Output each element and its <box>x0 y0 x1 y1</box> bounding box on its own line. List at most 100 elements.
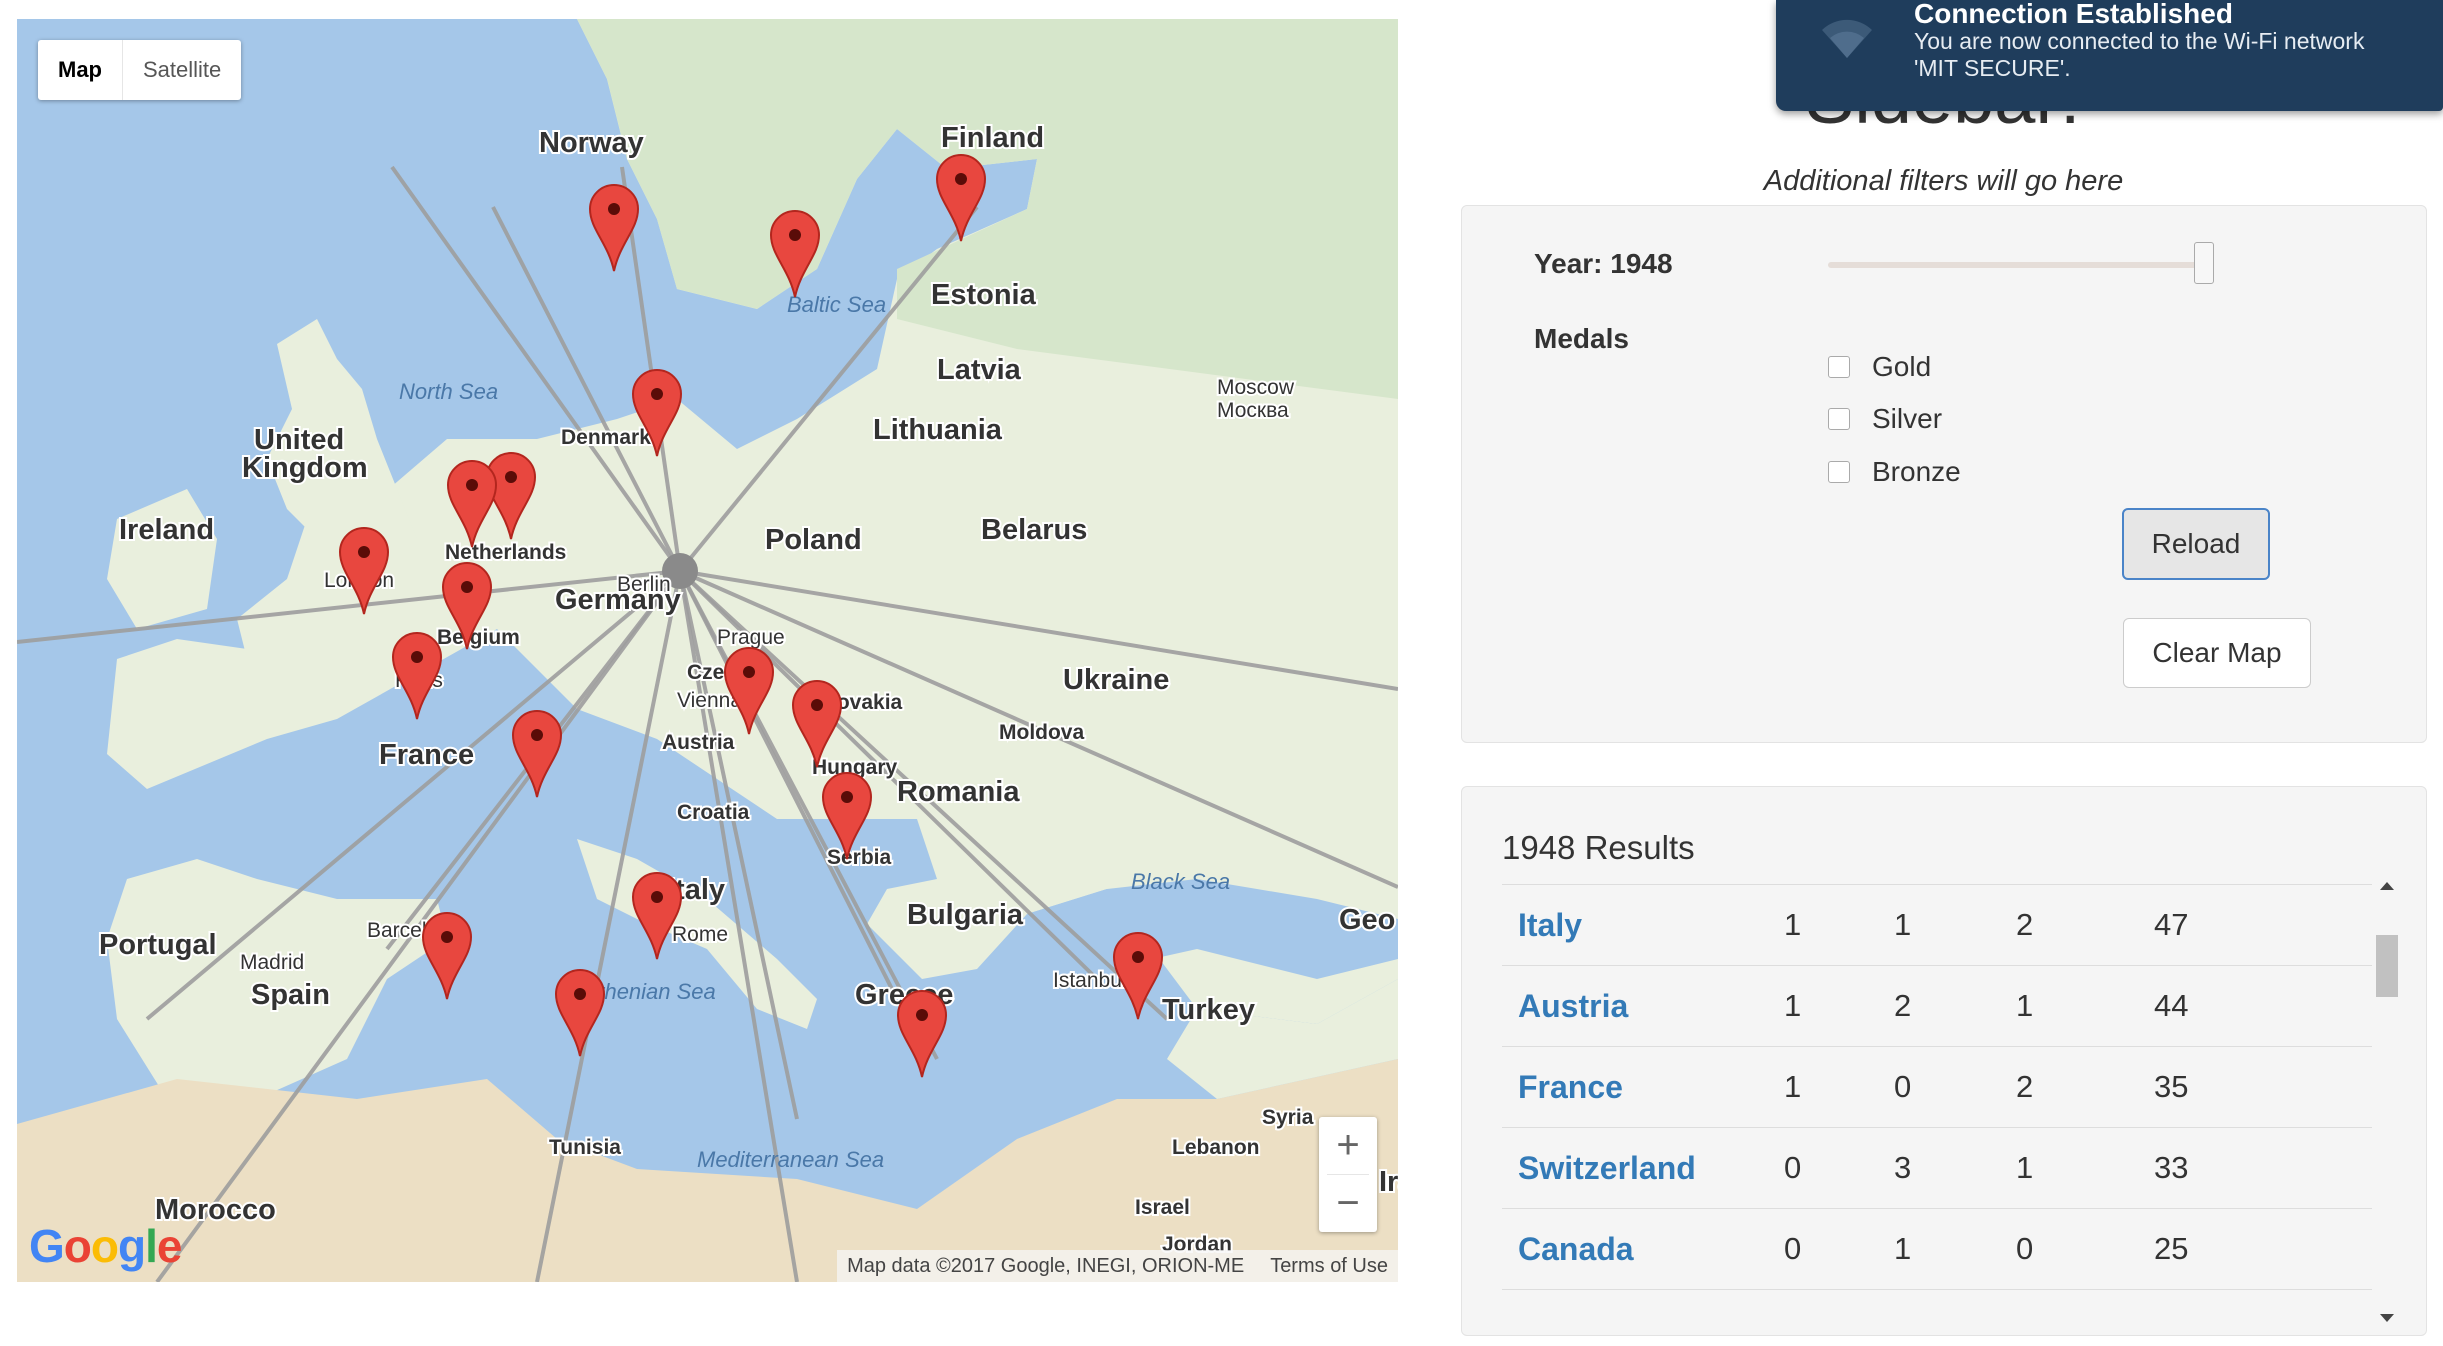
year-label: Year: 1948 <box>1534 248 1673 279</box>
silver-label[interactable]: Silver <box>1872 403 1942 435</box>
logo-letter: o <box>63 1220 92 1272</box>
silver-count: 2 <box>1894 988 1912 1023</box>
medals-label: Medals <box>1534 323 1629 354</box>
country-link[interactable]: Canada <box>1518 1209 1634 1289</box>
logo-letter: l <box>145 1220 158 1272</box>
google-logo[interactable]: Google <box>29 1219 183 1273</box>
country-link[interactable]: Austria <box>1518 966 1628 1046</box>
country-label: Croatia <box>677 801 750 824</box>
sidebar-subtitle: Additional filters will go here <box>1763 165 2124 197</box>
table-row: Italy 1 1 2 47 <box>1502 885 2372 966</box>
year-slider-handle[interactable] <box>2194 242 2214 284</box>
results-scrollbar[interactable] <box>2374 882 2400 1322</box>
table-row: Austria 1 2 1 44 <box>1502 966 2372 1047</box>
country-label: Turkey <box>1162 994 1255 1026</box>
country-label: Syria <box>1262 1106 1314 1129</box>
water-label: North Sea <box>399 379 498 404</box>
terms-of-use-link[interactable]: Terms of Use <box>1270 1250 1388 1282</box>
map-type-control[interactable]: Map Satellite <box>38 40 242 100</box>
city-label: Москва <box>1217 399 1289 422</box>
marker-dot <box>651 891 663 903</box>
zoom-in-button[interactable]: + <box>1319 1117 1377 1174</box>
marker-dot <box>811 699 823 711</box>
city-label: Berlin <box>617 573 671 596</box>
country-label: Belgium <box>437 626 520 649</box>
marker-dot <box>789 229 801 241</box>
city-label: Rome <box>672 923 728 946</box>
city-label: Prague <box>717 626 785 649</box>
year-slider-track[interactable] <box>1828 262 2210 268</box>
gold-count: 1 <box>1784 907 1802 942</box>
marker-dot <box>841 791 853 803</box>
bronze-label[interactable]: Bronze <box>1872 456 1961 488</box>
marker-dot <box>743 666 755 678</box>
total-score: 33 <box>2154 1150 2189 1185</box>
country-label: Moldova <box>999 721 1084 744</box>
country-label: Lithuania <box>873 414 1003 446</box>
country-link[interactable]: Italy <box>1518 885 1582 965</box>
country-link[interactable]: France <box>1518 1047 1623 1127</box>
silver-count: 1 <box>1894 907 1912 942</box>
country-label: Netherlands <box>445 541 566 564</box>
table-row: Switzerland 0 3 1 33 <box>1502 1128 2372 1209</box>
country-label: Finland <box>941 122 1044 154</box>
gold-label[interactable]: Gold <box>1872 351 1931 383</box>
gold-checkbox-row[interactable]: Gold <box>1828 347 1931 387</box>
table-row: Canada 0 1 0 25 <box>1502 1209 2372 1290</box>
table-row: France 1 0 2 35 <box>1502 1047 2372 1128</box>
total-score: 44 <box>2154 988 2189 1023</box>
bronze-checkbox[interactable] <box>1828 461 1850 483</box>
map-canvas[interactable]: Norway Finland Estonia Latvia Lithuania Denma… <box>17 19 1398 1282</box>
country-label: Israel <box>1135 1196 1190 1219</box>
scroll-down-arrow-icon[interactable] <box>2380 1314 2394 1322</box>
total-score: 47 <box>2154 907 2189 942</box>
country-label: France <box>379 739 474 771</box>
marker-dot <box>358 546 370 558</box>
country-label: Serbia <box>827 846 892 869</box>
zoom-out-button[interactable]: − <box>1319 1175 1377 1232</box>
country-label: Spain <box>251 979 330 1011</box>
marker-dot <box>466 479 478 491</box>
logo-letter: e <box>156 1220 183 1272</box>
country-label: Estonia <box>931 279 1037 311</box>
notification-body: You are now connected to the Wi-Fi netwo… <box>1914 28 2365 81</box>
marker-dot <box>608 203 620 215</box>
map-type-satellite-button[interactable]: Satellite <box>123 40 241 100</box>
results-table[interactable]: Italy 1 1 2 47 Austria 1 2 1 44 France 1… <box>1502 884 2372 1307</box>
gold-count: 0 <box>1784 1231 1802 1266</box>
marker-dot <box>461 581 473 593</box>
results-panel: 1948 Results Italy 1 1 2 47 Austria 1 2 … <box>1461 786 2427 1336</box>
country-label: Ira <box>1379 1166 1398 1198</box>
zoom-control[interactable]: + − <box>1319 1117 1377 1232</box>
city-label: Moscow <box>1217 376 1295 399</box>
country-label: Geo <box>1339 904 1395 936</box>
scroll-up-arrow-icon[interactable] <box>2380 882 2394 890</box>
country-label: Tunisia <box>549 1136 621 1159</box>
bronze-count: 2 <box>2016 907 2034 942</box>
bronze-checkbox-row[interactable]: Bronze <box>1828 452 1961 492</box>
country-label: Bulgaria <box>907 899 1024 931</box>
country-label: Kingdom <box>242 452 368 484</box>
silver-checkbox-row[interactable]: Silver <box>1828 399 1942 439</box>
reload-button[interactable]: Reload <box>2122 508 2270 580</box>
country-label: Norway <box>539 127 644 159</box>
country-label: Poland <box>765 524 862 556</box>
scroll-thumb[interactable] <box>2376 935 2398 997</box>
marker-dot <box>651 388 663 400</box>
marker-dot <box>955 173 967 185</box>
country-label: Lebanon <box>1172 1136 1260 1159</box>
marker-dot <box>441 931 453 943</box>
gold-checkbox[interactable] <box>1828 356 1850 378</box>
wifi-icon <box>1822 19 1872 58</box>
clear-map-button[interactable]: Clear Map <box>2123 618 2311 688</box>
marker-dot <box>574 988 586 1000</box>
attribution-text: Map data ©2017 Google, INEGI, ORION-ME <box>847 1255 1245 1277</box>
country-link[interactable]: Switzerland <box>1518 1128 1696 1208</box>
map-view[interactable]: Norway Finland Estonia Latvia Lithuania Denma… <box>17 19 1398 1282</box>
city-label: Madrid <box>240 951 304 974</box>
country-label: Austria <box>662 731 735 754</box>
silver-checkbox[interactable] <box>1828 408 1850 430</box>
wifi-notification[interactable]: Connection Established You are now conne… <box>1776 0 2443 111</box>
country-label: Belarus <box>981 514 1087 546</box>
map-type-map-button[interactable]: Map <box>38 40 123 100</box>
